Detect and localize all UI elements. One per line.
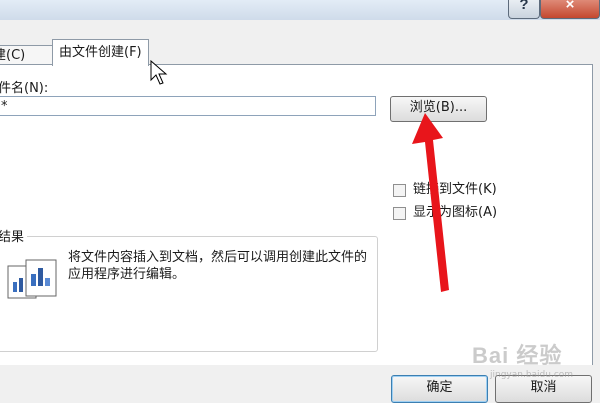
- display-as-icon-label: 显示为图标(A): [413, 205, 498, 220]
- help-button[interactable]: ?: [508, 0, 540, 19]
- dialog-titlebar: ? ×: [0, 0, 600, 20]
- tab-label: 建(C): [0, 48, 26, 63]
- tab-create-new[interactable]: 建(C): [0, 45, 58, 66]
- mouse-cursor-icon: [150, 60, 168, 85]
- document-icon: [7, 259, 57, 299]
- watermark-logo: Bai 经验: [472, 343, 563, 368]
- close-icon: ×: [565, 0, 575, 13]
- filename-label: 件名(N):: [0, 81, 49, 96]
- link-to-file-checkbox[interactable]: [393, 183, 406, 197]
- help-icon: ?: [519, 0, 529, 13]
- link-to-file-label: 链接到文件(K): [413, 182, 497, 197]
- browse-button[interactable]: 浏览(B)...: [390, 96, 487, 122]
- tab-create-from-file[interactable]: 由文件创建(F): [52, 39, 149, 66]
- display-as-icon-option[interactable]: 显示为图标(A): [393, 205, 497, 221]
- ok-button[interactable]: 确定: [391, 375, 488, 403]
- result-label: 结果: [0, 226, 28, 245]
- result-description: 将文件内容插入到文档，然后可以调用创建此文件的应用程序进行编辑。: [68, 250, 368, 282]
- watermark-url: jingyan.baidu.com: [490, 370, 574, 380]
- filename-input[interactable]: *: [0, 96, 376, 116]
- close-button[interactable]: ×: [540, 0, 600, 19]
- display-as-icon-checkbox[interactable]: [393, 206, 406, 220]
- tab-label: 由文件创建(F): [59, 45, 142, 60]
- link-to-file-option[interactable]: 链接到文件(K): [393, 182, 497, 198]
